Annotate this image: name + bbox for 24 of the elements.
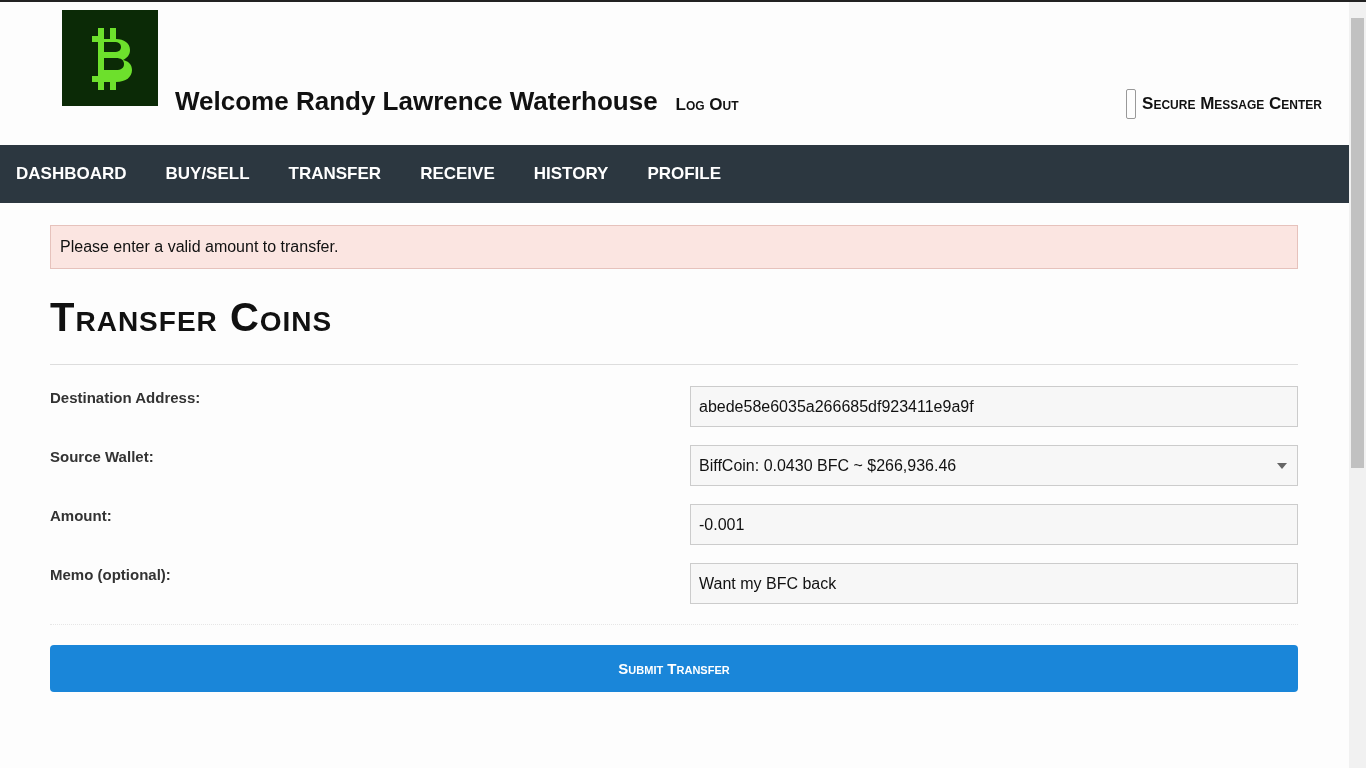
logout-link[interactable]: Log Out (675, 95, 739, 115)
nav-link[interactable]: HISTORY (533, 164, 609, 184)
nav-link[interactable]: TRANSFER (288, 164, 382, 184)
message-center-link[interactable]: Secure Message Center (1126, 89, 1322, 119)
field-label: Source Wallet: (50, 447, 154, 465)
wallet-select[interactable]: BiffCoin: 0.0430 BFC ~ $266,936.46 (690, 445, 1298, 486)
input-field[interactable]: Want my BFC back (690, 563, 1298, 604)
welcome-heading: Welcome Randy Lawrence Waterhouse (175, 86, 658, 118)
nav-link[interactable]: BUY/SELL (165, 164, 250, 184)
field-label: Amount: (50, 506, 112, 524)
nav-link[interactable]: DASHBOARD (16, 164, 127, 184)
input-field[interactable]: abede58e6035a266685df923411e9a9f (690, 386, 1298, 427)
field-label: Destination Address: (50, 388, 201, 406)
error-alert: Please enter a valid amount to transfer. (50, 225, 1298, 269)
page-title: Transfer Coins (50, 295, 334, 340)
broken-image-icon (1126, 89, 1137, 119)
field-label: Memo (optional): (50, 565, 171, 583)
caret-icon (1277, 462, 1287, 469)
nav-link[interactable]: PROFILE (647, 164, 722, 184)
input-field[interactable]: -0.001 (690, 504, 1298, 545)
scrollbar-thumb[interactable] (1351, 18, 1364, 468)
scrollbar[interactable] (1349, 2, 1366, 768)
submit-button[interactable]: Submit Transfer (50, 645, 1298, 692)
nav-link[interactable]: RECEIVE (420, 164, 495, 184)
